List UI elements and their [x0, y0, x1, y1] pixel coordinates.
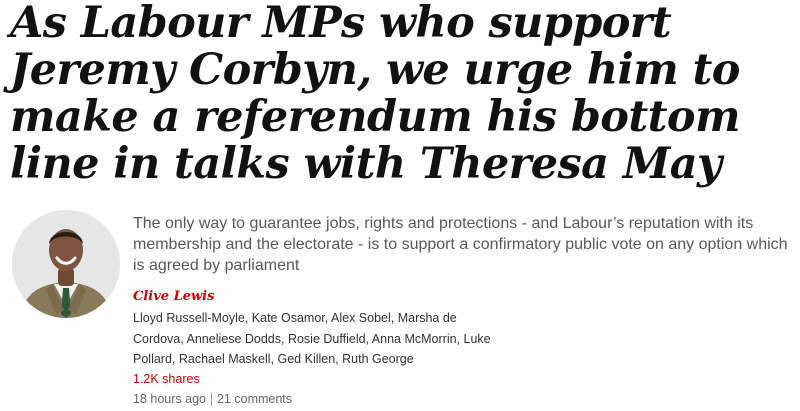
meta-row: 18 hours ago 21 comments — [133, 390, 292, 408]
published-time: 18 hours ago — [133, 392, 206, 406]
article-standfirst: The only way to guarantee jobs, rights a… — [133, 215, 788, 274]
share-count: 1.2K shares — [133, 372, 200, 386]
byline-coauthors: Lloyd Russell-Moyle, Kate Osamor, Alex S… — [133, 311, 491, 366]
meta-divider — [210, 392, 212, 406]
article-meta: 1.2K shares 18 hours ago 21 comments — [133, 370, 292, 408]
author-photo-icon — [12, 210, 120, 318]
article-headline: As Labour MPs who support Jeremy Corbyn,… — [10, 0, 740, 189]
comments-link[interactable]: 21 comments — [217, 390, 292, 408]
byline-author-link[interactable]: Clive Lewis — [133, 288, 493, 306]
author-avatar — [12, 210, 120, 318]
article-byline: Clive Lewis Lloyd Russell-Moyle, Kate Os… — [133, 288, 493, 370]
